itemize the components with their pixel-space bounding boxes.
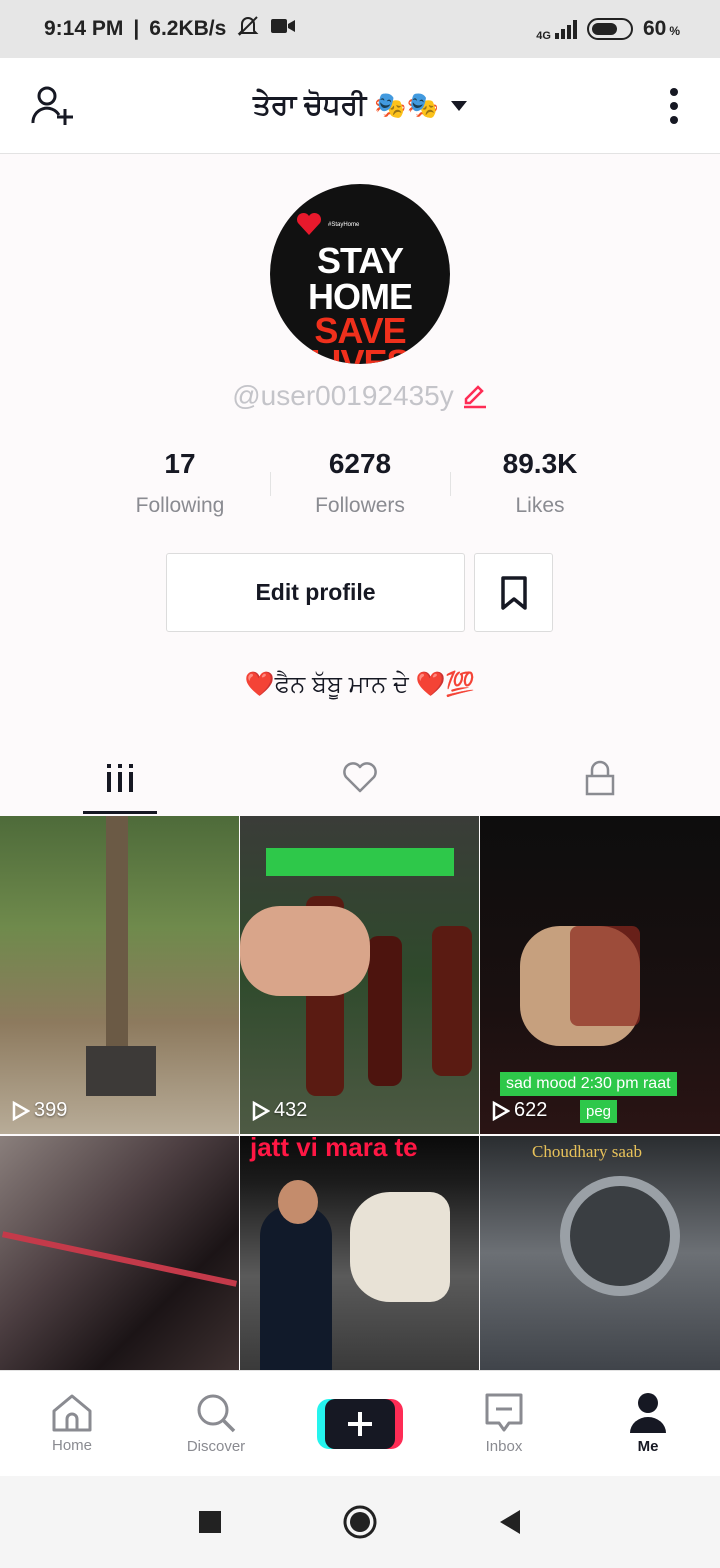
system-nav-bar [0,1476,720,1568]
video-grid: 399 432 sad mood 2:30 pm raat peg 622 ja… [0,816,720,1370]
view-count: 622 [492,1099,547,1122]
nav-label: Inbox [485,1438,523,1455]
username: @user00192435y [232,380,454,411]
username-row: @user00192435y [0,380,720,412]
lock-icon [585,760,615,796]
battery-icon [586,18,633,40]
video-thumbnail[interactable] [0,1136,239,1370]
stat-value: 17 [164,448,196,479]
nav-label: Home [51,1437,92,1454]
nav-label: Discover [186,1438,246,1455]
view-count: 432 [252,1099,307,1122]
video-thumbnail[interactable]: jatt vi mara te [240,1136,479,1370]
grid-icon [107,764,133,792]
profile-stats: 17 Following 6278 Followers 89.3K Likes [90,448,630,518]
home-system-button[interactable] [285,1504,435,1540]
nav-me[interactable]: Me [576,1371,720,1476]
create-button[interactable] [288,1371,432,1476]
mute-icon [236,15,260,43]
title-emoji: 🎭🎭 [374,90,440,120]
avatar-text-line: LIVES [310,342,410,364]
status-bar: 9:14 PM | 6.2KB/s 4G 60% [0,0,720,58]
stat-label: Likes [515,494,565,517]
status-time: 9:14 PM [44,17,124,40]
stat-label: Followers [315,494,405,517]
favorites-button[interactable] [474,553,553,632]
video-thumbnail[interactable]: 432 [240,816,479,1134]
network-type: 4G [536,30,551,42]
circle-icon [343,1505,377,1539]
view-count: 399 [12,1099,67,1122]
nav-inbox[interactable]: Inbox [432,1371,576,1476]
avatar-hashtag: #StayHome [328,222,360,228]
video-caption: sad mood 2:30 pm raat [500,1072,677,1096]
tab-videos[interactable] [0,740,240,816]
page-title: ਤੇਰਾ ਚੋਧਰੀ [252,89,367,120]
video-thumbnail[interactable]: 399 [0,816,239,1134]
video-thumbnail[interactable]: sad mood 2:30 pm raat peg 622 [480,816,720,1134]
video-caption: Choudhary saab [532,1142,643,1161]
play-icon [252,1100,270,1121]
tab-private[interactable] [480,740,720,816]
heart-outline-icon [343,762,377,793]
add-friend-button[interactable] [14,58,94,154]
video-caption: peg [580,1100,618,1123]
status-speed: 6.2KB/s [149,17,227,40]
back-button[interactable] [435,1509,585,1535]
play-icon [12,1100,30,1121]
stat-following[interactable]: 17 Following [90,448,270,518]
tab-liked[interactable] [240,740,480,816]
inbox-icon [485,1393,523,1432]
bookmark-icon [500,575,527,610]
chevron-down-icon [451,100,468,111]
battery-level: 60% [642,17,680,40]
more-options-button[interactable] [634,58,714,154]
square-icon [199,1511,221,1533]
recents-button[interactable] [135,1510,285,1534]
status-separator: | [133,17,140,40]
stat-label: Following [135,494,225,517]
video-caption: jatt vi mara te [250,1136,418,1162]
add-user-icon [31,86,73,125]
nav-home[interactable]: Home [0,1371,144,1476]
edit-profile-button[interactable]: Edit profile [166,553,465,632]
avatar[interactable]: #StayHome STAY HOME SAVE LIVES [270,184,450,364]
profile-icon [630,1393,666,1433]
home-icon [52,1394,92,1432]
stat-likes[interactable]: 89.3K Likes [450,448,630,518]
edit-pencil-icon[interactable] [462,383,488,409]
heart-icon [296,212,322,235]
more-vertical-icon [670,88,678,124]
stat-value: 6278 [328,448,392,479]
stat-value: 89.3K [502,448,578,479]
bio: ❤️ਫੈਨ ਬੱਬੂ ਮਾਨ ਦੇ ❤️💯 [244,671,476,698]
video-camera-icon [270,17,296,41]
account-switcher[interactable]: ਤੇਰਾ ਚੋਧਰੀ 🎭🎭 [252,89,468,122]
profile-tabs [0,740,720,816]
video-thumbnail[interactable]: Choudhary saab [480,1136,720,1370]
profile-header: ਤੇਰਾ ਚੋਧਰੀ 🎭🎭 [0,58,720,154]
search-icon [197,1394,236,1433]
nav-label: Me [637,1438,659,1455]
stat-followers[interactable]: 6278 Followers [270,448,450,518]
play-icon [492,1100,510,1121]
plus-icon [317,1398,403,1449]
signal-icon [554,19,577,39]
back-triangle-icon [500,1510,520,1534]
bottom-nav: Home Discover Inbox Me [0,1370,720,1476]
overlay-banner [266,848,454,876]
nav-discover[interactable]: Discover [144,1371,288,1476]
